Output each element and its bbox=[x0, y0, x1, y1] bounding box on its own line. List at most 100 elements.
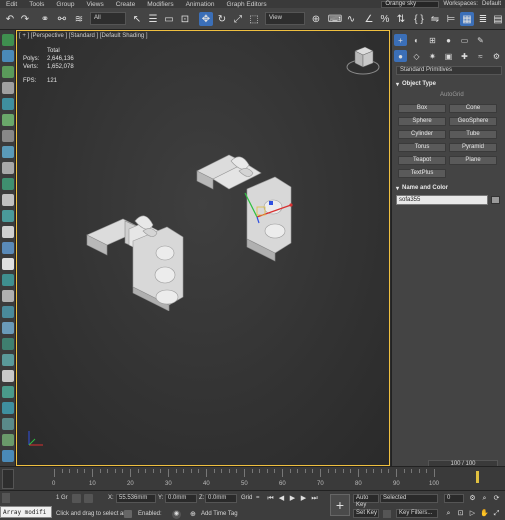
tool-icon-14[interactable] bbox=[2, 242, 14, 254]
torus-button[interactable]: Torus bbox=[398, 143, 446, 152]
snaps-toggle-icon[interactable]: ∿ bbox=[344, 12, 358, 26]
link-icon[interactable]: ⚭ bbox=[38, 12, 52, 26]
undo-icon[interactable]: ↶ bbox=[3, 12, 17, 26]
zoom-all-icon[interactable]: ⌕ bbox=[444, 509, 453, 518]
named-selection-icon[interactable]: { } bbox=[412, 12, 426, 26]
create-tab-icon[interactable]: + bbox=[394, 34, 407, 46]
tool-icon-16[interactable] bbox=[2, 274, 14, 286]
y-coordinate-field[interactable]: 0.0mm bbox=[165, 494, 197, 503]
bind-space-warp-icon[interactable]: ≋ bbox=[72, 12, 86, 26]
isolate-selection-icon[interactable] bbox=[124, 510, 132, 518]
pan-icon[interactable]: ✋ bbox=[480, 509, 489, 518]
move-icon[interactable]: ✥ bbox=[199, 12, 213, 26]
tool-icon-10[interactable] bbox=[2, 178, 14, 190]
add-time-tag[interactable]: Add Time Tag bbox=[201, 511, 238, 517]
mini-curve-editor-icon[interactable] bbox=[2, 469, 14, 489]
play-icon[interactable]: ▶ bbox=[288, 494, 297, 503]
unlink-icon[interactable]: ⚯ bbox=[55, 12, 69, 26]
window-crossing-icon[interactable]: ⊡ bbox=[178, 12, 192, 26]
fov-icon[interactable]: ▷ bbox=[468, 509, 477, 518]
go-to-start-icon[interactable]: ⏮ bbox=[266, 494, 275, 503]
tool-icon-20[interactable] bbox=[2, 338, 14, 350]
box-button[interactable]: Box bbox=[398, 104, 446, 113]
tube-button[interactable]: Tube bbox=[449, 130, 497, 139]
angle-snap-icon[interactable]: ∠ bbox=[362, 12, 376, 26]
x-coordinate-field[interactable]: 55.536mm bbox=[116, 494, 156, 503]
adaptive-degradation-icon[interactable]: ◉ bbox=[172, 510, 181, 519]
tool-icon-4[interactable] bbox=[2, 82, 14, 94]
percent-snap-icon[interactable]: % bbox=[378, 12, 392, 26]
pyramid-button[interactable]: Pyramid bbox=[449, 143, 497, 152]
tool-icon-9[interactable] bbox=[2, 162, 14, 174]
tool-icon-11[interactable] bbox=[2, 194, 14, 206]
reference-coord-dropdown[interactable]: View bbox=[265, 12, 305, 25]
sphere-button[interactable]: Sphere bbox=[398, 117, 446, 126]
selection-set-dropdown[interactable]: Selected bbox=[380, 494, 438, 503]
tool-icon-27[interactable] bbox=[2, 450, 14, 462]
geosphere-button[interactable]: GeoSphere bbox=[449, 117, 497, 126]
scene-selector[interactable]: Orange sky bbox=[381, 0, 440, 8]
tool-icon-17[interactable] bbox=[2, 290, 14, 302]
systems-icon[interactable]: ⚙ bbox=[490, 50, 503, 62]
spinner-snap-icon[interactable]: ⇅ bbox=[394, 12, 408, 26]
pivot-icon[interactable]: ⊕ bbox=[309, 12, 323, 26]
zoom-extents-icon[interactable]: ⊡ bbox=[456, 509, 465, 518]
key-mode-icon[interactable] bbox=[383, 510, 391, 518]
cameras-icon[interactable]: ▣ bbox=[442, 50, 455, 62]
tool-icon-1[interactable] bbox=[2, 34, 14, 46]
geometry-icon[interactable]: ● bbox=[394, 50, 407, 62]
sofa-right-selected[interactable] bbox=[195, 149, 305, 269]
maximize-viewport-icon[interactable]: ⤢ bbox=[492, 509, 501, 518]
set-key-button[interactable]: Set Key bbox=[353, 509, 379, 518]
cylinder-button[interactable]: Cylinder bbox=[398, 130, 446, 139]
current-frame-field[interactable]: 0 bbox=[444, 494, 464, 503]
rotate-icon[interactable]: ↻ bbox=[215, 12, 229, 26]
absolute-mode-icon[interactable] bbox=[84, 494, 93, 503]
menu-modifiers[interactable]: Modifiers bbox=[141, 1, 179, 8]
scene-explorer-icon[interactable]: ▦ bbox=[460, 12, 474, 26]
object-name-field[interactable]: sofa355 bbox=[396, 195, 488, 205]
menu-create[interactable]: Create bbox=[110, 1, 142, 8]
shapes-icon[interactable]: ◇ bbox=[410, 50, 423, 62]
select-by-name-icon[interactable]: ☰ bbox=[146, 12, 160, 26]
cone-button[interactable]: Cone bbox=[449, 104, 497, 113]
orbit-icon[interactable]: ⟳ bbox=[492, 494, 501, 503]
tool-icon-25[interactable] bbox=[2, 418, 14, 430]
placement-icon[interactable]: ⬚ bbox=[247, 12, 261, 26]
previous-frame-icon[interactable]: ◀ bbox=[277, 494, 286, 503]
textplus-button[interactable]: TextPlus bbox=[398, 169, 446, 178]
next-frame-icon[interactable]: ▶ bbox=[299, 494, 308, 503]
hierarchy-tab-icon[interactable]: ⊞ bbox=[426, 34, 439, 46]
tool-icon-21[interactable] bbox=[2, 354, 14, 366]
z-coordinate-field[interactable]: 0.0mm bbox=[205, 494, 237, 503]
sofa-left[interactable] bbox=[85, 181, 195, 311]
workspace-value[interactable]: Default bbox=[482, 1, 501, 7]
tool-icon-3[interactable] bbox=[2, 66, 14, 78]
menu-graph-editors[interactable]: Graph Editors bbox=[221, 1, 273, 8]
tool-icon-18[interactable] bbox=[2, 306, 14, 318]
tool-icon-26[interactable] bbox=[2, 434, 14, 446]
tool-icon-12[interactable] bbox=[2, 210, 14, 222]
maxscript-listener-icon[interactable] bbox=[2, 493, 10, 503]
autogrid-checkbox[interactable]: AutoGrid bbox=[440, 92, 464, 98]
name-and-color-header[interactable]: ▾ Name and Color bbox=[396, 184, 502, 192]
tool-icon-7[interactable] bbox=[2, 130, 14, 142]
tool-icon-5[interactable] bbox=[2, 98, 14, 110]
align-icon[interactable]: ⊨ bbox=[444, 12, 458, 26]
motion-tab-icon[interactable]: ● bbox=[442, 34, 455, 46]
auto-key-button[interactable]: Auto Key bbox=[353, 494, 379, 508]
menu-group[interactable]: Group bbox=[50, 1, 80, 8]
go-to-end-icon[interactable]: ⏭ bbox=[310, 494, 319, 503]
scale-icon[interactable]: ⤢ bbox=[231, 12, 245, 26]
display-tab-icon[interactable]: ▭ bbox=[458, 34, 471, 46]
object-type-header[interactable]: ▾ Object Type bbox=[396, 80, 502, 88]
perspective-viewport[interactable]: [ + ] [Perspective ] [Standard ] [Defaul… bbox=[16, 30, 390, 466]
maxscript-mini-listener[interactable]: Array modifi bbox=[0, 506, 52, 518]
mirror-icon[interactable]: ⇋ bbox=[428, 12, 442, 26]
menu-tools[interactable]: Tools bbox=[23, 1, 50, 8]
lights-icon[interactable]: ✷ bbox=[426, 50, 439, 62]
tool-icon-2[interactable] bbox=[2, 50, 14, 62]
tool-icon-22[interactable] bbox=[2, 370, 14, 382]
object-color-swatch[interactable] bbox=[491, 196, 500, 204]
set-key-icon[interactable]: + bbox=[330, 494, 350, 516]
